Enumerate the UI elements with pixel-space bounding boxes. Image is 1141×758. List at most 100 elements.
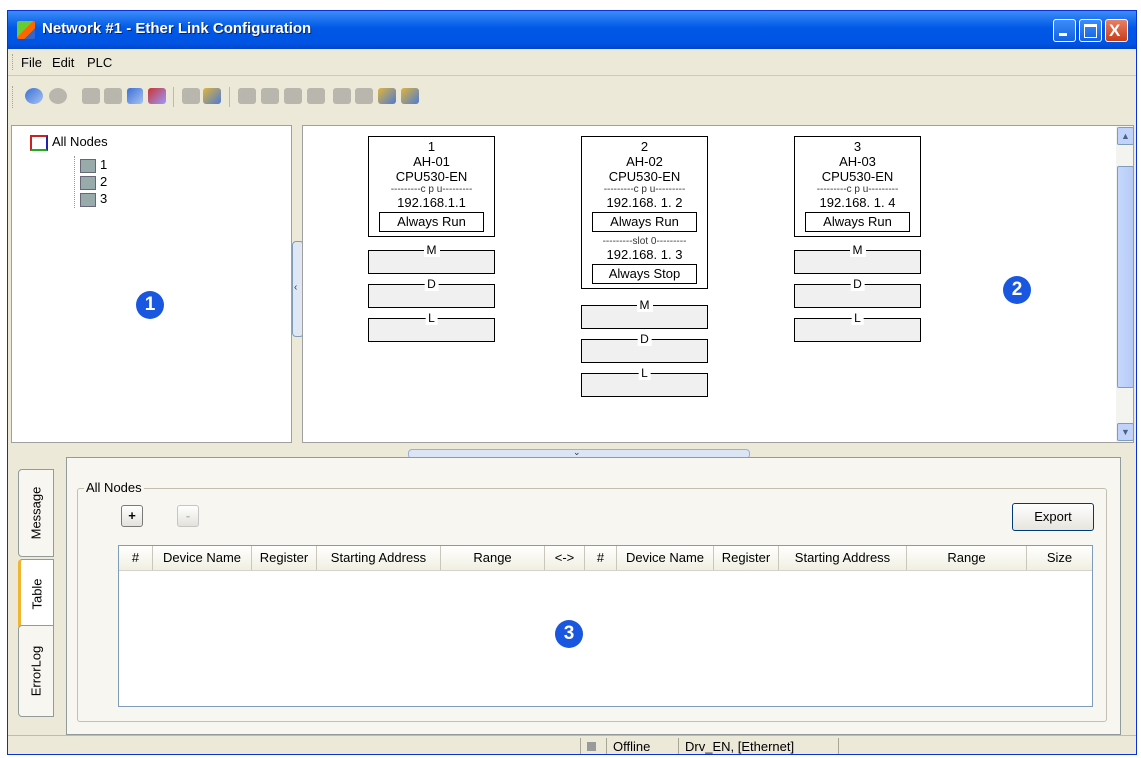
run-state-button[interactable]: Always Run [592, 212, 697, 232]
callout-marker-2: 2 [1003, 276, 1031, 304]
connection-icon [580, 738, 606, 754]
tree-item-node-1[interactable]: 1 [80, 157, 107, 173]
distribute-h-icon[interactable] [333, 88, 351, 104]
remove-row-button[interactable]: - [177, 505, 199, 527]
column-header[interactable]: Range [907, 546, 1027, 570]
plc-device-icon [80, 158, 96, 173]
import-icon[interactable] [378, 88, 396, 104]
memory-label: D [424, 277, 439, 291]
tree-root[interactable]: All Nodes [30, 134, 108, 151]
tab-errorlog[interactable]: ErrorLog [18, 625, 54, 717]
plc-device-icon [80, 192, 96, 207]
align-bottom-icon[interactable] [307, 88, 325, 104]
node-model: CPU530-EN [608, 169, 681, 184]
maximize-button[interactable] [1079, 19, 1102, 42]
column-header[interactable]: Starting Address [779, 546, 907, 570]
memory-l-box[interactable]: L [368, 311, 495, 342]
callout-marker-1: 1 [136, 291, 164, 319]
memory-m-box[interactable]: M [368, 243, 495, 274]
refresh-icon[interactable] [203, 88, 221, 104]
node-id: 3 [853, 139, 862, 154]
memory-d-box[interactable]: D [581, 332, 708, 363]
tree-item-label: 1 [100, 157, 108, 172]
tab-table[interactable]: Table [18, 559, 54, 629]
scroll-down-icon[interactable]: ▼ [1117, 423, 1134, 441]
tree-item-node-2[interactable]: 2 [80, 174, 107, 190]
node-id: 1 [427, 139, 436, 154]
column-header[interactable]: <-> [545, 546, 585, 570]
app-icon [17, 21, 35, 39]
node-card-3[interactable]: 3 AH-03 CPU530-EN ---------c p u--------… [794, 136, 921, 342]
memory-m-box[interactable]: M [794, 243, 921, 274]
node-card-2[interactable]: 2 AH-02 CPU530-EN ---------c p u--------… [581, 136, 708, 397]
column-header[interactable]: # [119, 546, 153, 570]
window-title: Network #1 - Ether Link Configuration [42, 20, 312, 37]
menu-bar: File Edit PLC [8, 49, 1136, 76]
status-bar: Offline Drv_EN, [Ethernet] [8, 735, 1136, 754]
download-icon[interactable] [104, 88, 122, 104]
slot-ip: 192.168. 1. 3 [606, 247, 683, 262]
memory-d-box[interactable]: D [368, 277, 495, 308]
memory-m-box[interactable]: M [581, 298, 708, 329]
node-name: AH-02 [626, 154, 663, 169]
menu-plc[interactable]: PLC [87, 55, 112, 70]
node-box: 2 AH-02 CPU530-EN ---------c p u--------… [581, 136, 708, 289]
memory-d-box[interactable]: D [794, 277, 921, 308]
distribute-v-icon[interactable] [355, 88, 373, 104]
column-header[interactable]: Device Name [617, 546, 714, 570]
tab-label: Table [29, 578, 45, 610]
node-card-1[interactable]: 1 AH-01 CPU530-EN ---------c p u--------… [368, 136, 495, 342]
memory-label: L [638, 366, 651, 380]
memory-label: D [850, 277, 865, 291]
minimize-button[interactable] [1053, 19, 1076, 42]
scroll-up-icon[interactable]: ▲ [1117, 127, 1134, 145]
tree-connector [74, 156, 76, 208]
align-center-icon[interactable] [261, 88, 279, 104]
collapse-left-icon[interactable]: ‹ [294, 282, 297, 293]
memory-label: L [425, 311, 438, 325]
title-bar[interactable]: Network #1 - Ether Link Configuration X [8, 11, 1136, 49]
canvas-vertical-scrollbar[interactable]: ▲ ▼ [1116, 126, 1134, 442]
run-state-button[interactable]: Always Run [379, 212, 484, 232]
node-box: 3 AH-03 CPU530-EN ---------c p u--------… [794, 136, 921, 237]
run-state-button[interactable]: Always Run [805, 212, 910, 232]
node-canvas[interactable]: 1 AH-01 CPU530-EN ---------c p u--------… [302, 125, 1134, 443]
online-icon[interactable] [25, 88, 43, 104]
add-row-button[interactable]: + [121, 505, 143, 527]
undo-icon[interactable] [182, 88, 200, 104]
maximize-icon [1084, 24, 1097, 38]
column-header[interactable]: Starting Address [317, 546, 441, 570]
memory-l-box[interactable]: L [581, 366, 708, 397]
memory-l-box[interactable]: L [794, 311, 921, 342]
align-top-icon[interactable] [284, 88, 302, 104]
menu-grip[interactable] [12, 54, 16, 70]
export-button[interactable]: Export [1012, 503, 1094, 531]
column-header[interactable]: # [585, 546, 617, 570]
column-header[interactable]: Size [1027, 546, 1092, 570]
node-tree-pane[interactable]: All Nodes 1 2 3 1 [11, 125, 292, 443]
offline-icon[interactable] [49, 88, 67, 104]
align-left-icon[interactable] [238, 88, 256, 104]
tab-message[interactable]: Message [18, 469, 54, 557]
status-empty [838, 738, 1136, 754]
menu-file[interactable]: File [21, 55, 42, 70]
node-name: AH-01 [413, 154, 450, 169]
tree-item-node-3[interactable]: 3 [80, 191, 107, 207]
memory-label: L [851, 311, 864, 325]
clear-icon[interactable] [148, 88, 166, 104]
close-button[interactable]: X [1105, 19, 1128, 42]
column-header[interactable]: Device Name [153, 546, 252, 570]
scroll-thumb[interactable] [1117, 166, 1134, 388]
column-header[interactable]: Register [252, 546, 317, 570]
column-header[interactable]: Range [441, 546, 545, 570]
export-icon[interactable] [401, 88, 419, 104]
link-table[interactable]: # Device Name Register Starting Address … [118, 545, 1093, 707]
toolbar-grip[interactable] [12, 86, 16, 108]
upload-icon[interactable] [82, 88, 100, 104]
slot-state-button[interactable]: Always Stop [592, 264, 697, 284]
cpu-separator: ---------c p u--------- [603, 184, 686, 195]
menu-edit[interactable]: Edit [52, 55, 74, 70]
memory-label: D [637, 332, 652, 346]
column-header[interactable]: Register [714, 546, 779, 570]
register-icon[interactable] [127, 88, 143, 104]
